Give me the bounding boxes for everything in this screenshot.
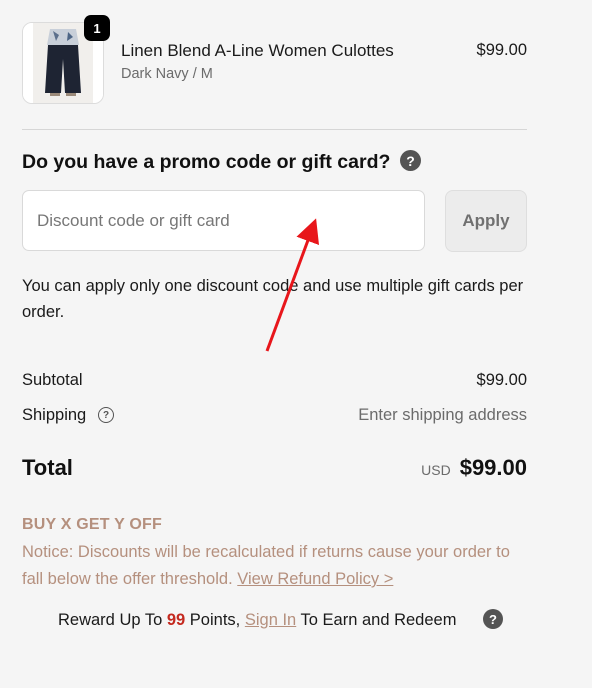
promo-help-icon[interactable]: ? bbox=[400, 150, 421, 171]
total-value: $99.00 bbox=[459, 455, 527, 480]
offer-notice: Notice: Discounts will be recalculated i… bbox=[22, 539, 527, 593]
quantity-badge: 1 bbox=[84, 15, 110, 41]
shipping-label: Shipping bbox=[22, 406, 87, 424]
discount-code-input[interactable] bbox=[22, 190, 425, 251]
promo-title: Do you have a promo code or gift card? bbox=[22, 151, 391, 173]
shipping-help-icon[interactable]: ? bbox=[98, 407, 114, 423]
total-amount: USD $99.00 bbox=[421, 455, 527, 481]
reward-banner: Reward Up To 99 Points, Sign In To Earn … bbox=[58, 611, 456, 630]
subtotal-label: Subtotal bbox=[22, 371, 83, 389]
cart-line-item: 1 Linen Blend A-Line Women Culottes Dark… bbox=[22, 15, 527, 104]
shipping-value: Enter shipping address bbox=[358, 406, 527, 424]
currency-code: USD bbox=[421, 462, 451, 478]
product-variant: Dark Navy / M bbox=[121, 66, 213, 82]
product-name: Linen Blend A-Line Women Culottes bbox=[121, 41, 394, 60]
reward-prefix: Reward Up To bbox=[58, 611, 163, 629]
reward-middle: Points, bbox=[189, 611, 241, 629]
subtotal-value: $99.00 bbox=[476, 371, 527, 389]
product-price: $99.00 bbox=[476, 41, 527, 59]
reward-points: 99 bbox=[166, 611, 186, 629]
sign-in-link[interactable]: Sign In bbox=[245, 611, 296, 629]
total-label: Total bbox=[22, 455, 73, 480]
promo-note: You can apply only one discount code and… bbox=[22, 277, 524, 321]
apply-button[interactable]: Apply bbox=[445, 190, 527, 252]
divider bbox=[22, 129, 527, 130]
offer-title: BUY X GET Y OFF bbox=[22, 516, 162, 533]
reward-help-icon[interactable]: ? bbox=[483, 609, 503, 629]
reward-suffix: To Earn and Redeem bbox=[300, 611, 457, 629]
refund-policy-link[interactable]: View Refund Policy > bbox=[237, 570, 393, 588]
